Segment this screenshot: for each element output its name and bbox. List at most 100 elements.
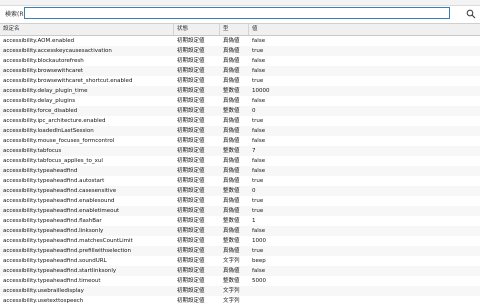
row-value: 10000: [252, 88, 270, 94]
row-name: accessibility.usebrailledisplay: [3, 288, 84, 294]
table-row[interactable]: accessibility.tabfocus 初期設定値 整数値 7: [0, 146, 480, 156]
preferences-list: accessibility.AOM.enabled 初期設定値 真偽値 false ac…: [0, 36, 480, 306]
row-name: accessibility.delay_plugin_time: [3, 88, 88, 94]
row-status: 初期設定値: [177, 48, 205, 54]
table-row[interactable]: accessibility.accesskeycausesactivation 初…: [0, 46, 480, 56]
table-row[interactable]: accessibility.typeaheadfind.soundURL 初期設定…: [0, 256, 480, 266]
column-header: 設定名 状態 型 値: [0, 24, 480, 36]
row-status: 初期設定値: [177, 168, 205, 174]
row-status: 初期設定値: [177, 88, 205, 94]
row-type: 整数値: [223, 238, 240, 244]
search-input[interactable]: [24, 7, 450, 19]
table-row[interactable]: accessibility.ipc_architecture.enabled 初期…: [0, 116, 480, 126]
table-row[interactable]: accessibility.typeaheadfind.autostart 初期設…: [0, 176, 480, 186]
table-row[interactable]: accessibility.typeaheadfind.enabletimeou…: [0, 206, 480, 216]
row-value: 0: [252, 188, 256, 194]
row-type: 整数値: [223, 188, 240, 194]
row-type: 真偽値: [223, 168, 240, 174]
row-value: [249, 286, 480, 296]
table-row[interactable]: accessibility.mouse_focuses_formcontrol 初…: [0, 136, 480, 146]
row-name: accessibility.mouse_focuses_formcontrol: [3, 138, 115, 144]
row-type: 真偽値: [223, 38, 240, 44]
row-name: accessibility.force_disabled: [3, 108, 78, 114]
table-row[interactable]: accessibility.typeaheadfind 初期設定値 真偽値 false: [0, 166, 480, 176]
row-value: 1000: [252, 238, 266, 244]
row-value: false: [252, 58, 266, 64]
row-value: 0: [252, 108, 256, 114]
table-row[interactable]: accessibility.typeaheadfind.enablesound 初…: [0, 196, 480, 206]
row-type: 真偽値: [223, 198, 240, 204]
row-name: accessibility.tabfocus_applies_to_xul: [3, 158, 103, 164]
row-status: 初期設定値: [177, 78, 205, 84]
row-type: 真偽値: [223, 128, 240, 134]
row-type: 真偽値: [223, 248, 240, 254]
table-row[interactable]: accessibility.delay_plugins 初期設定値 真偽値 false: [0, 96, 480, 106]
row-name: accessibility.typeaheadfind.startlinkson…: [3, 268, 117, 274]
row-type: 真偽値: [223, 68, 240, 74]
table-row[interactable]: accessibility.blockautorefresh 初期設定値 真偽値 fa…: [0, 56, 480, 66]
row-status: 初期設定値: [177, 98, 205, 104]
row-status: 初期設定値: [177, 208, 205, 214]
row-name: accessibility.typeaheadfind.casesensitiv…: [3, 188, 117, 194]
row-name: accessibility.typeaheadfind.autostart: [3, 178, 105, 184]
row-status: 初期設定値: [177, 118, 205, 124]
table-row[interactable]: accessibility.force_disabled 初期設定値 整数値 0: [0, 106, 480, 116]
row-status: 初期設定値: [177, 298, 205, 304]
row-value: false: [252, 158, 266, 164]
row-type: 真偽値: [223, 118, 240, 124]
table-row[interactable]: accessibility.usebrailledisplay 初期設定値 文字列: [0, 286, 480, 296]
column-header-value[interactable]: 値: [249, 24, 480, 35]
row-type: 真偽値: [223, 228, 240, 234]
row-status: 初期設定値: [177, 278, 205, 284]
table-row[interactable]: accessibility.typeaheadfind.timeout 初期設定値…: [0, 276, 480, 286]
row-value: 5000: [252, 278, 266, 284]
row-status: 初期設定値: [177, 108, 205, 114]
column-header-status[interactable]: 状態: [174, 24, 220, 35]
row-value: false: [252, 168, 266, 174]
row-type: 真偽値: [223, 138, 240, 144]
row-type: 真偽値: [223, 78, 240, 84]
row-type: 整数値: [223, 108, 240, 114]
row-status: 初期設定値: [177, 68, 205, 74]
column-header-type[interactable]: 型: [220, 24, 249, 35]
row-status: 初期設定値: [177, 268, 205, 274]
row-name: accessibility.delay_plugins: [3, 98, 76, 104]
table-row[interactable]: accessibility.typeaheadfind.matchesCount…: [0, 236, 480, 246]
table-row[interactable]: accessibility.typeaheadfind.casesensitiv…: [0, 186, 480, 196]
table-row[interactable]: accessibility.typeaheadfind.flashBar 初期設定…: [0, 216, 480, 226]
row-status: 初期設定値: [177, 138, 205, 144]
row-value: true: [252, 118, 264, 124]
row-status: 初期設定値: [177, 238, 205, 244]
row-value: false: [252, 98, 266, 104]
table-row[interactable]: accessibility.AOM.enabled 初期設定値 真偽値 false: [0, 36, 480, 46]
column-header-name[interactable]: 設定名: [0, 24, 174, 35]
row-value: 1: [252, 218, 256, 224]
table-row[interactable]: accessibility.usetexttospeech 初期設定値 文字列: [0, 296, 480, 306]
table-row[interactable]: accessibility.typeaheadfind.prefillwiths…: [0, 246, 480, 256]
table-row[interactable]: accessibility.typeaheadfind.linksonly 初期設…: [0, 226, 480, 236]
row-name: accessibility.loadedInLastSession: [3, 128, 94, 134]
row-type: 真偽値: [223, 98, 240, 104]
row-name: accessibility.typeaheadfind.matchesCount…: [3, 238, 133, 244]
row-name: accessibility.typeaheadfind.enabletimeou…: [3, 208, 120, 214]
row-type: 整数値: [223, 218, 240, 224]
row-value: false: [252, 128, 266, 134]
row-name: accessibility.usetexttospeech: [3, 298, 84, 304]
row-name: accessibility.typeaheadfind.soundURL: [3, 258, 107, 264]
row-value: false: [252, 228, 266, 234]
row-value: true: [252, 48, 264, 54]
row-value: false: [252, 68, 266, 74]
search-icon[interactable]: [466, 9, 476, 19]
row-value: beep: [252, 258, 266, 264]
table-row[interactable]: accessibility.loadedInLastSession 初期設定値 真偽…: [0, 126, 480, 136]
row-status: 初期設定値: [177, 158, 205, 164]
table-row[interactable]: accessibility.tabfocus_applies_to_xul 初期設…: [0, 156, 480, 166]
row-status: 初期設定値: [177, 178, 205, 184]
table-row[interactable]: accessibility.browsewithcaret 初期設定値 真偽値 fal…: [0, 66, 480, 76]
table-row[interactable]: accessibility.browsewithcaret_shortcut.e…: [0, 76, 480, 86]
table-row[interactable]: accessibility.typeaheadfind.startlinkson…: [0, 266, 480, 276]
row-type: 真偽値: [223, 48, 240, 54]
row-status: 初期設定値: [177, 38, 205, 44]
table-row[interactable]: accessibility.delay_plugin_time 初期設定値 整数値 1…: [0, 86, 480, 96]
row-name: accessibility.browsewithcaret_shortcut.e…: [3, 78, 133, 84]
